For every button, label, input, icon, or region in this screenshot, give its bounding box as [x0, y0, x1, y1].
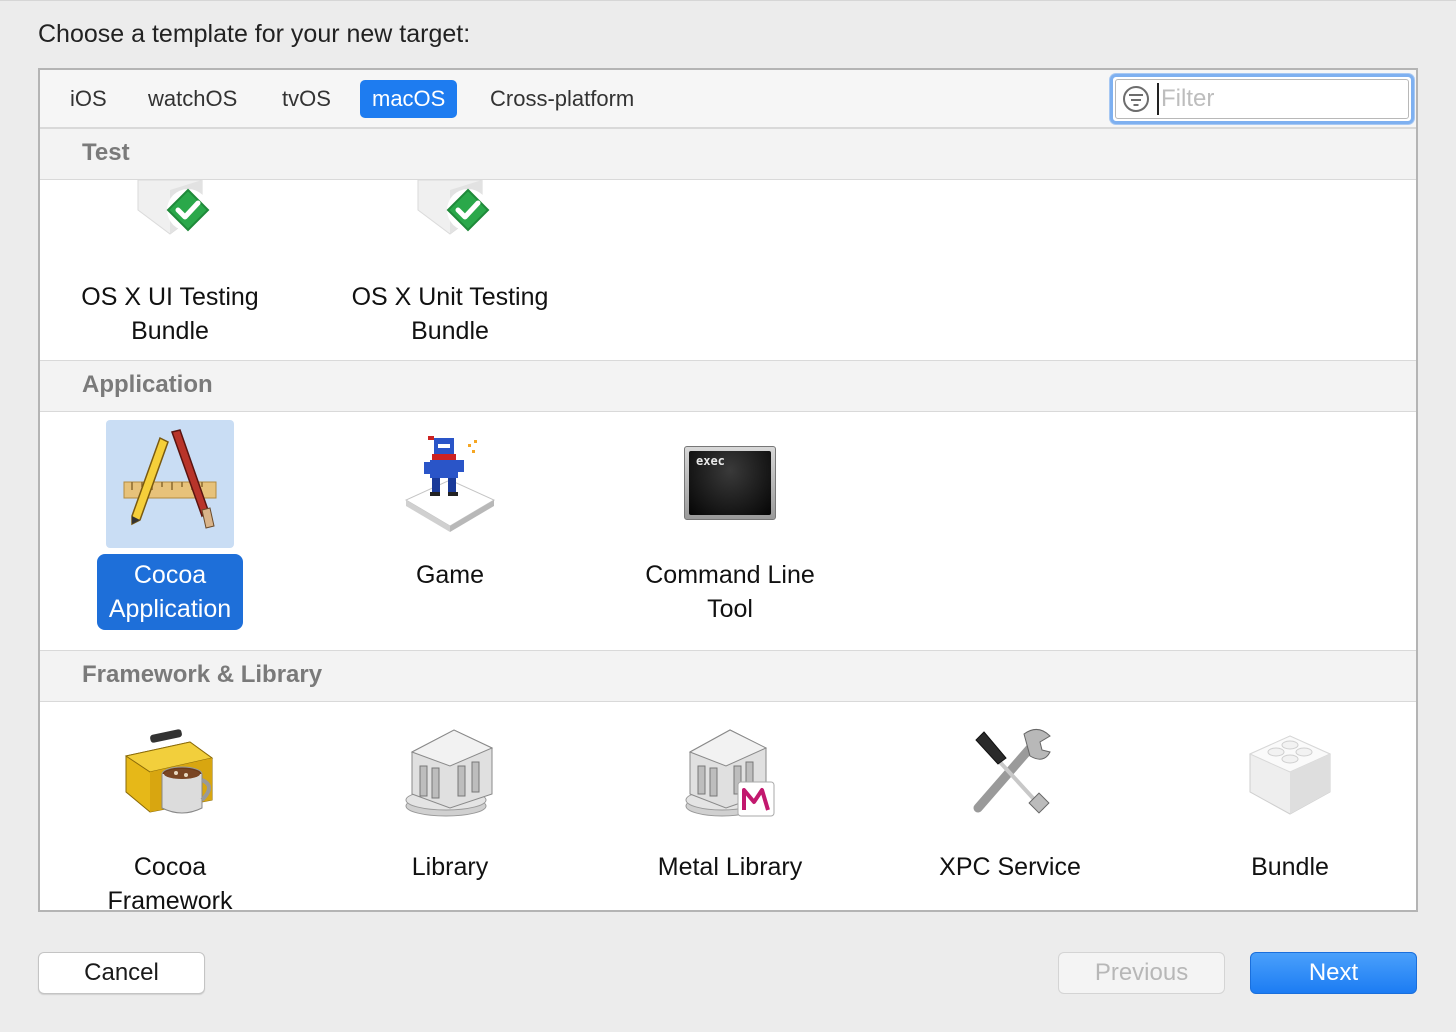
label-line-1: Cocoa — [133, 561, 207, 589]
ui-testing-bundle-icon — [120, 179, 220, 244]
label-line-1: Library — [411, 853, 489, 881]
template-os-x-ui-testing-bundle[interactable]: OS X UI Testing Bundle — [70, 179, 270, 360]
filter-field[interactable] — [1110, 74, 1414, 124]
section-header-test: Test — [40, 128, 1416, 180]
cocoa-framework-icon — [120, 722, 220, 822]
dialog-prompt: Choose a template for your new target: — [38, 20, 471, 48]
tab-macos[interactable]: macOS — [360, 80, 458, 118]
unit-testing-bundle-icon — [400, 179, 500, 244]
window-top-border — [0, 0, 1456, 1]
game-icon — [402, 434, 498, 534]
label-line-1: Metal Library — [657, 853, 803, 881]
template-label: Metal Library — [646, 846, 815, 888]
template-label: Command Line Tool — [633, 554, 827, 630]
command-line-tool-icon: exec — [684, 446, 776, 520]
template-label: Game — [404, 554, 496, 596]
template-label: OS X UI Testing Bundle — [81, 280, 258, 348]
label-line-1: Game — [415, 561, 485, 589]
label-line-1: Cocoa — [133, 853, 207, 881]
template-cocoa-application[interactable]: Cocoa Application — [70, 420, 270, 640]
template-library[interactable]: Library — [350, 722, 550, 910]
template-cocoa-framework[interactable]: Cocoa Framework — [70, 722, 270, 912]
section-header-application: Application — [40, 360, 1416, 412]
template-panel: iOS watchOS tvOS macOS Cross-platform Te… — [38, 68, 1418, 912]
template-label: XPC Service — [927, 846, 1093, 888]
label-line-1: Bundle — [1251, 853, 1329, 881]
bundle-icon — [1242, 726, 1338, 822]
template-os-x-unit-testing-bundle[interactable]: OS X Unit Testing Bundle — [340, 179, 560, 360]
metal-library-icon — [682, 722, 778, 822]
library-icon — [402, 722, 498, 822]
previous-button[interactable]: Previous — [1058, 952, 1225, 994]
template-label: Library — [400, 846, 500, 888]
tab-tvos[interactable]: tvOS — [270, 80, 343, 118]
template-label: Cocoa Framework — [95, 846, 244, 912]
section-header-framework-library: Framework & Library — [40, 650, 1416, 702]
cancel-button[interactable]: Cancel — [38, 952, 205, 994]
next-button[interactable]: Next — [1250, 952, 1417, 994]
tab-ios[interactable]: iOS — [58, 80, 119, 118]
cocoa-application-icon — [106, 420, 234, 548]
exec-text: exec — [696, 454, 725, 468]
template-label: OS X Unit Testing Bundle — [352, 280, 549, 348]
template-metal-library[interactable]: Metal Library — [630, 722, 830, 910]
label-line-1: Command Line — [645, 561, 815, 589]
template-game[interactable]: Game — [350, 430, 550, 630]
label-line-1: OS X UI Testing — [81, 283, 259, 311]
label-line-2: Application — [108, 595, 232, 623]
label-line-2: Bundle — [131, 317, 209, 345]
section-title: Test — [82, 139, 130, 166]
label-line-1: OS X Unit Testing — [351, 283, 549, 311]
xpc-service-icon — [962, 722, 1058, 822]
label-line-2: Tool — [707, 595, 753, 623]
tab-cross-platform[interactable]: Cross-platform — [478, 80, 646, 118]
platform-tab-bar: iOS watchOS tvOS macOS Cross-platform — [40, 70, 1416, 128]
label-line-1: XPC Service — [939, 853, 1081, 881]
label-line-2: Bundle — [411, 317, 489, 345]
section-title: Application — [82, 371, 213, 398]
template-label: Cocoa Application — [96, 554, 244, 630]
tab-watchos[interactable]: watchOS — [136, 80, 249, 118]
template-bundle[interactable]: Bundle — [1190, 722, 1390, 910]
filter-icon — [1123, 86, 1149, 112]
template-command-line-tool[interactable]: exec Command Line Tool — [630, 430, 830, 630]
filter-input[interactable] — [1157, 83, 1397, 115]
label-line-2: Framework — [107, 887, 233, 912]
template-xpc-service[interactable]: XPC Service — [910, 722, 1110, 910]
section-title: Framework & Library — [82, 661, 323, 688]
template-label: Bundle — [1239, 846, 1341, 888]
